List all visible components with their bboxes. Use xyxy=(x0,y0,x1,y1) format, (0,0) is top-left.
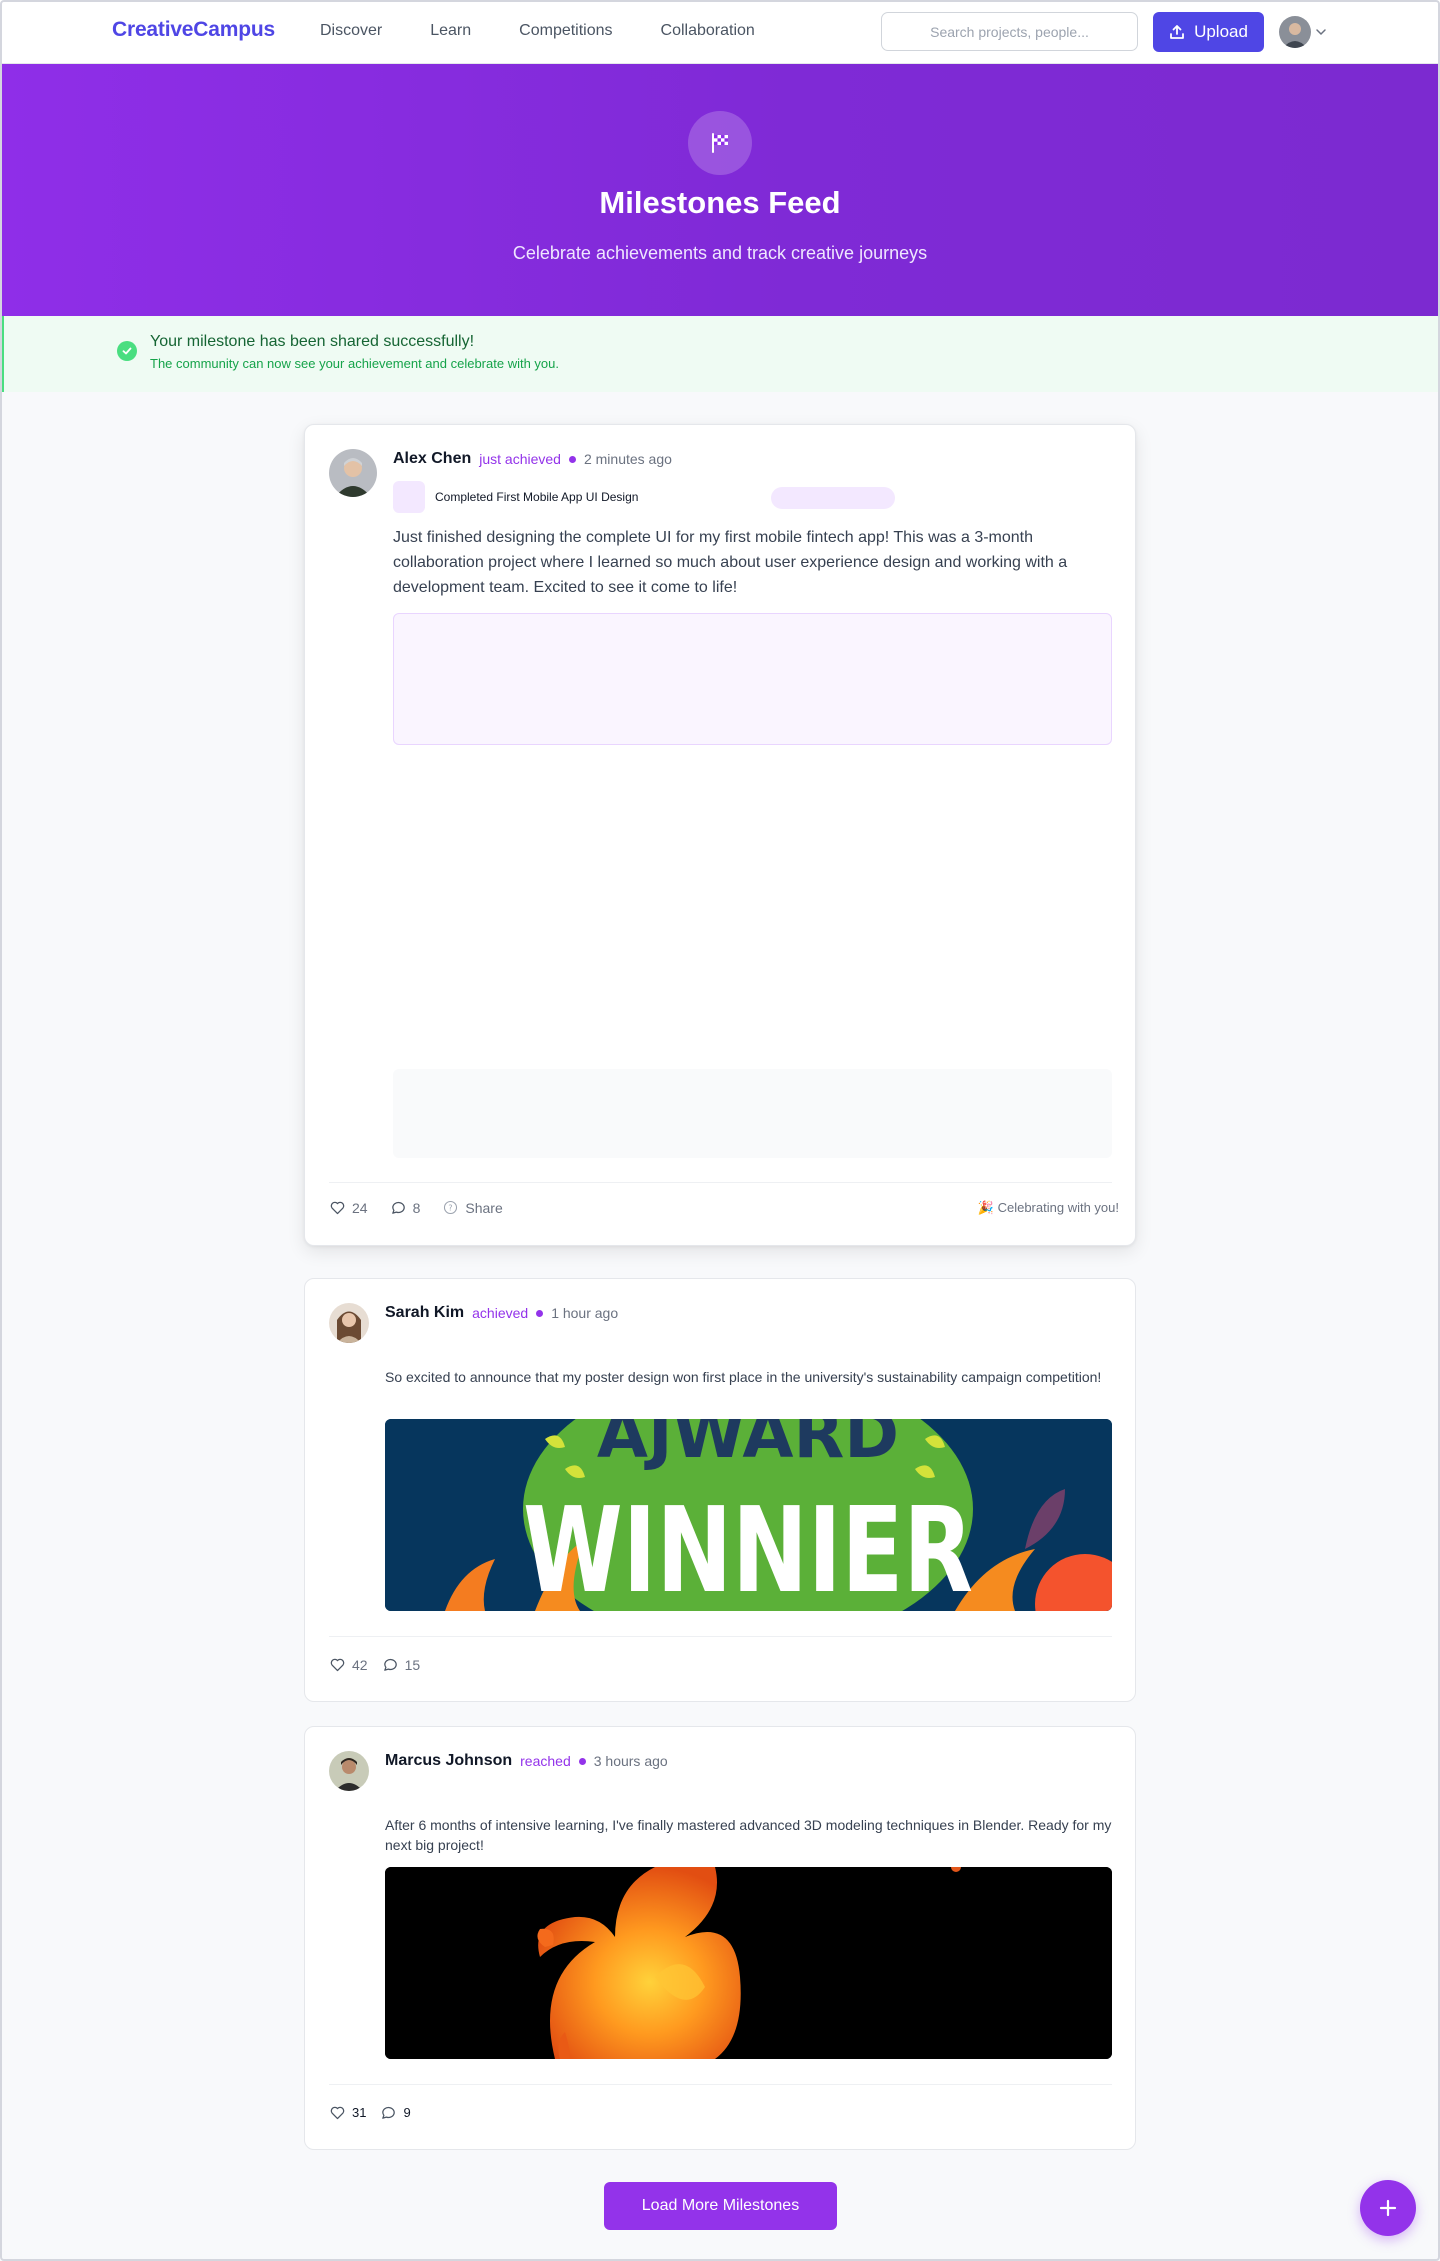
comment-count: 9 xyxy=(403,2105,411,2120)
post-text: So excited to announce that my poster de… xyxy=(385,1369,1102,1385)
nav-link-learn[interactable]: Learn xyxy=(430,22,471,40)
milestone-card: Sarah Kim achieved 1 hour ago So excited… xyxy=(304,1278,1136,1702)
search-input[interactable] xyxy=(882,23,1137,40)
like-button[interactable]: 31 xyxy=(329,2104,366,2121)
divider xyxy=(329,2084,1112,2085)
heart-icon xyxy=(330,2106,345,2120)
search-box xyxy=(881,12,1138,51)
upload-button[interactable]: Upload xyxy=(1153,12,1264,52)
post-time: 1 hour ago xyxy=(551,1305,619,1321)
comment-button[interactable]: 15 xyxy=(382,1656,421,1673)
top-navbar: CreativeCampus Discover Learn Competitio… xyxy=(0,0,1440,64)
author-avatar[interactable] xyxy=(329,449,377,497)
heart-icon xyxy=(330,1658,345,1672)
post-text: Just finished designing the complete UI … xyxy=(393,529,1068,596)
share-label: Share xyxy=(465,1199,503,1216)
like-count: 31 xyxy=(352,2105,367,2120)
share-icon: ? xyxy=(444,1200,458,1215)
milestone-badge-icon xyxy=(393,481,425,513)
author-name[interactable]: Marcus Johnson xyxy=(385,1752,512,1770)
milestone-card: Alex Chen just achieved 2 minutes ago Co… xyxy=(304,424,1136,1246)
separator-dot xyxy=(568,455,576,463)
checkered-flag-icon xyxy=(688,111,752,175)
author-name[interactable]: Alex Chen xyxy=(393,450,471,468)
like-button[interactable]: 42 xyxy=(329,1656,368,1673)
milestone-verb: reached xyxy=(520,1753,571,1769)
success-message: The community can now see your achieveme… xyxy=(150,356,559,371)
post-time: 3 hours ago xyxy=(593,1753,668,1769)
like-count: 42 xyxy=(352,1656,368,1673)
share-button[interactable]: ? Share xyxy=(442,1199,503,1216)
add-milestone-button[interactable] xyxy=(1360,2180,1416,2236)
award-poster-illustration: AJWARD WINNIER xyxy=(385,1419,1112,1611)
nav-link-discover[interactable]: Discover xyxy=(320,22,382,40)
page-title: Milestones Feed xyxy=(599,185,841,220)
load-more-button[interactable]: Load More Milestones xyxy=(604,2182,837,2230)
success-notification: Your milestone has been shared successfu… xyxy=(0,316,1440,392)
post-time: 2 minutes ago xyxy=(583,451,672,467)
check-circle-icon xyxy=(117,341,137,361)
post-text: After 6 months of intensive learning, I'… xyxy=(385,1817,1112,1853)
celebration-note: 🎉 Celebrating with you! xyxy=(977,1200,1119,1215)
separator-dot xyxy=(536,1309,544,1317)
post-meta: Marcus Johnson reached 3 hours ago xyxy=(385,1752,668,1770)
user-menu[interactable] xyxy=(1279,16,1327,48)
post-meta: Alex Chen just achieved 2 minutes ago xyxy=(393,450,672,468)
comment-count: 15 xyxy=(404,1656,421,1673)
page-subtitle: Celebrate achievements and track creativ… xyxy=(512,243,928,263)
post-meta: Sarah Kim achieved 1 hour ago xyxy=(385,1304,618,1322)
post-image[interactable] xyxy=(385,1867,1112,2059)
svg-text:?: ? xyxy=(449,1203,453,1212)
comment-count: 8 xyxy=(412,1199,421,1216)
author-name[interactable]: Sarah Kim xyxy=(385,1304,464,1322)
nav-link-competitions[interactable]: Competitions xyxy=(519,22,612,40)
comment-button[interactable]: 9 xyxy=(380,2104,411,2121)
upload-icon xyxy=(1170,25,1184,39)
milestone-chip: Completed First Mobile App UI Design xyxy=(393,481,638,513)
post-actions: 31 9 xyxy=(329,2104,433,2121)
author-avatar[interactable] xyxy=(329,1751,369,1791)
plus-icon xyxy=(1379,2199,1397,2217)
user-avatar xyxy=(1279,16,1311,48)
milestone-category-pill xyxy=(771,487,895,509)
separator-dot xyxy=(578,1757,586,1765)
upload-label: Upload xyxy=(1194,22,1248,41)
milestone-verb: just achieved xyxy=(479,451,561,467)
like-button[interactable]: 24 xyxy=(329,1199,368,1216)
comment-icon xyxy=(382,2106,396,2119)
like-count: 24 xyxy=(352,1199,368,1216)
brand-logo[interactable]: CreativeCampus xyxy=(112,18,275,42)
comment-icon xyxy=(383,1658,397,1671)
milestone-title: Completed First Mobile App UI Design xyxy=(435,490,639,504)
poster-heading: AJWARD xyxy=(597,1419,899,1473)
divider xyxy=(329,1182,1112,1183)
post-actions: 42 15 xyxy=(329,1656,442,1673)
media-placeholder xyxy=(393,613,1112,745)
author-avatar[interactable] xyxy=(329,1303,369,1343)
nav-links: Discover Learn Competitions Collaboratio… xyxy=(320,22,803,40)
milestone-card: Marcus Johnson reached 3 hours ago After… xyxy=(304,1726,1136,2150)
3d-flame-render xyxy=(385,1867,1112,2059)
post-actions: 24 8 ? Share xyxy=(329,1199,525,1216)
milestone-verb: achieved xyxy=(472,1305,529,1321)
chevron-down-icon xyxy=(1316,29,1326,36)
attachment-placeholder xyxy=(393,1069,1112,1158)
comment-icon xyxy=(391,1201,405,1214)
poster-main-text: WINNIER xyxy=(523,1481,973,1611)
post-image[interactable]: AJWARD WINNIER xyxy=(385,1419,1112,1611)
heart-icon xyxy=(330,1201,345,1215)
divider xyxy=(329,1636,1112,1637)
nav-link-collaboration[interactable]: Collaboration xyxy=(661,22,755,40)
comment-button[interactable]: 8 xyxy=(390,1199,421,1216)
hero-banner: Milestones Feed Celebrate achievements a… xyxy=(0,64,1440,316)
success-title: Your milestone has been shared successfu… xyxy=(150,333,475,350)
